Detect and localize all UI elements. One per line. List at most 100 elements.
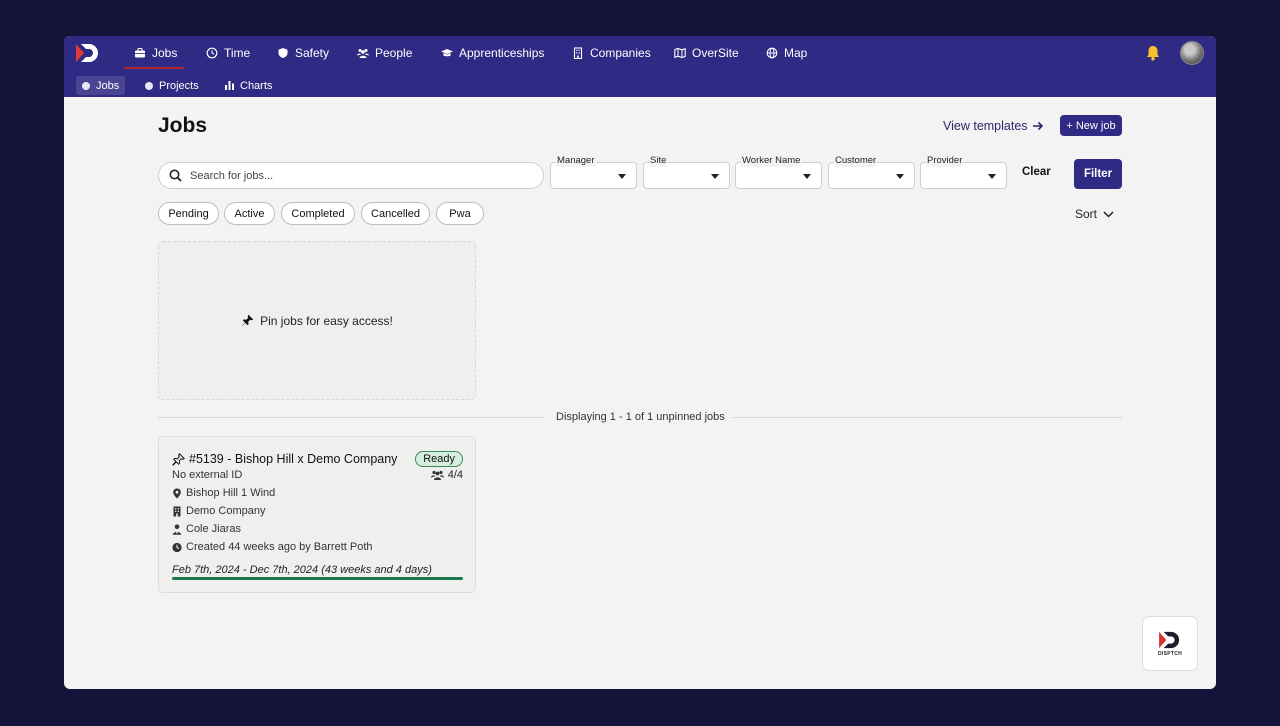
thumbtack-icon [242,314,254,326]
clear-button[interactable]: Clear [1022,166,1051,178]
manager-select[interactable]: Manager [550,155,637,189]
nav-people[interactable]: People [357,44,412,62]
job-created: Created 44 weeks ago by Barrett Poth [172,541,373,553]
user-tie-icon [172,524,182,535]
divider-right [732,417,1122,418]
dot-icon [82,81,90,90]
chip-completed[interactable]: Completed [281,202,355,225]
provider-select[interactable]: Provider [920,155,1007,189]
filter-button[interactable]: Filter [1074,159,1122,189]
chip-active[interactable]: Active [224,202,275,225]
job-title-text: #5139 - Bishop Hill x Demo Company [189,452,398,466]
nav-companies-label: Companies [590,46,651,60]
job-manager-text: Cole Jiaras [186,523,242,535]
job-card[interactable]: #5139 - Bishop Hill x Demo Company Ready… [158,436,476,593]
nav-time-label: Time [224,46,251,60]
nav-jobs[interactable]: Jobs [134,44,177,62]
provider-select-label: Provider [926,155,964,167]
bar-chart-icon [225,81,234,90]
subnav-charts[interactable]: Charts [219,76,278,95]
arrow-right-icon [1032,121,1043,131]
nav-safety-label: Safety [295,46,330,60]
divider-left [158,417,544,418]
pinned-empty-text: Pin jobs for easy access! [260,313,393,328]
customer-select[interactable]: Customer [828,155,915,189]
caret-down-icon [618,174,626,179]
job-card-title: #5139 - Bishop Hill x Demo Company [172,452,397,466]
caret-down-icon [711,174,719,179]
dispatch-logo-icon[interactable] [74,42,102,64]
job-progress-fill [172,577,463,580]
active-nav-underline [124,67,184,69]
new-job-button[interactable]: + New job [1060,115,1122,136]
nav-people-label: People [375,46,413,60]
site-select[interactable]: Site [643,155,730,189]
subnav-projects[interactable]: Projects [139,76,205,95]
nav-apprenticeships-label: Apprenticeships [459,46,545,60]
job-site: Bishop Hill 1 Wind [172,487,275,499]
globe-icon [766,47,778,59]
top-nav: Jobs Time Safety People Apprenticeships … [64,36,1216,97]
pinned-jobs-placeholder: Pin jobs for easy access! [158,241,476,400]
chip-pending[interactable]: Pending [158,202,219,225]
sort-dropdown[interactable]: Sort [1075,207,1114,221]
briefcase-icon [135,48,145,58]
caret-down-icon [896,174,904,179]
user-avatar[interactable] [1180,41,1204,65]
job-company: Demo Company [172,505,265,517]
users-icon [430,470,444,480]
building-icon [173,506,181,516]
bell-icon[interactable] [1144,44,1162,62]
building-icon [573,47,583,59]
location-pin-icon [173,488,181,498]
search-box[interactable] [158,162,544,189]
subnav-projects-label: Projects [159,79,199,92]
dispatch-widget-button[interactable]: DISPTCH [1142,616,1198,671]
job-created-text: Created 44 weeks ago by Barrett Poth [186,541,373,553]
site-select-label: Site [649,155,668,167]
nav-jobs-label: Jobs [152,46,178,60]
page-title: Jobs [158,114,208,137]
external-id: No external ID [172,469,242,481]
external-id-text: No external ID [172,469,243,481]
clock-icon [206,47,218,59]
worker-name-select-label: Worker Name [741,155,802,167]
app-window: Jobs Time Safety People Apprenticeships … [64,36,1216,689]
caret-down-icon [988,174,996,179]
shield-icon [278,48,288,58]
worker-name-select[interactable]: Worker Name [735,155,822,189]
nav-oversite-label: OverSite [692,46,739,60]
worker-count: 4/4 [430,469,463,481]
nav-companies[interactable]: Companies [572,44,651,62]
nav-safety[interactable]: Safety [277,44,329,62]
chip-pwa[interactable]: Pwa [436,202,484,225]
job-site-text: Bishop Hill 1 Wind [186,487,276,499]
graduation-cap-icon [441,49,453,57]
search-input[interactable] [190,169,510,182]
chevron-down-icon [1103,210,1114,218]
customer-select-label: Customer [834,155,878,167]
nav-oversite[interactable]: OverSite [674,44,739,62]
map-fold-icon [674,47,686,59]
users-icon [357,49,369,58]
dispatch-logo-wordmark: DISPTCH [1157,651,1183,657]
pin-outline-icon[interactable] [172,452,185,466]
clock-icon [172,542,182,552]
status-badge: Ready [415,451,463,467]
dispatch-logo-icon [1159,631,1180,649]
job-progress-bar [172,577,463,580]
nav-time[interactable]: Time [206,44,250,62]
nav-apprenticeships[interactable]: Apprenticeships [441,44,544,62]
manager-select-label: Manager [556,155,596,167]
displaying-count: Displaying 1 - 1 of 1 unpinned jobs [556,411,725,423]
chip-cancelled[interactable]: Cancelled [361,202,430,225]
worker-count-text: 4/4 [447,469,463,481]
subnav-jobs[interactable]: Jobs [76,76,126,95]
view-templates-label: View templates [943,119,1028,133]
job-date-range: Feb 7th, 2024 - Dec 7th, 2024 (43 weeks … [172,564,432,576]
view-templates-link[interactable]: View templates [943,119,1044,133]
sort-label: Sort [1075,207,1098,221]
nav-map[interactable]: Map [766,44,807,62]
subnav-jobs-label: Jobs [96,79,120,92]
job-manager: Cole Jiaras [172,523,241,535]
